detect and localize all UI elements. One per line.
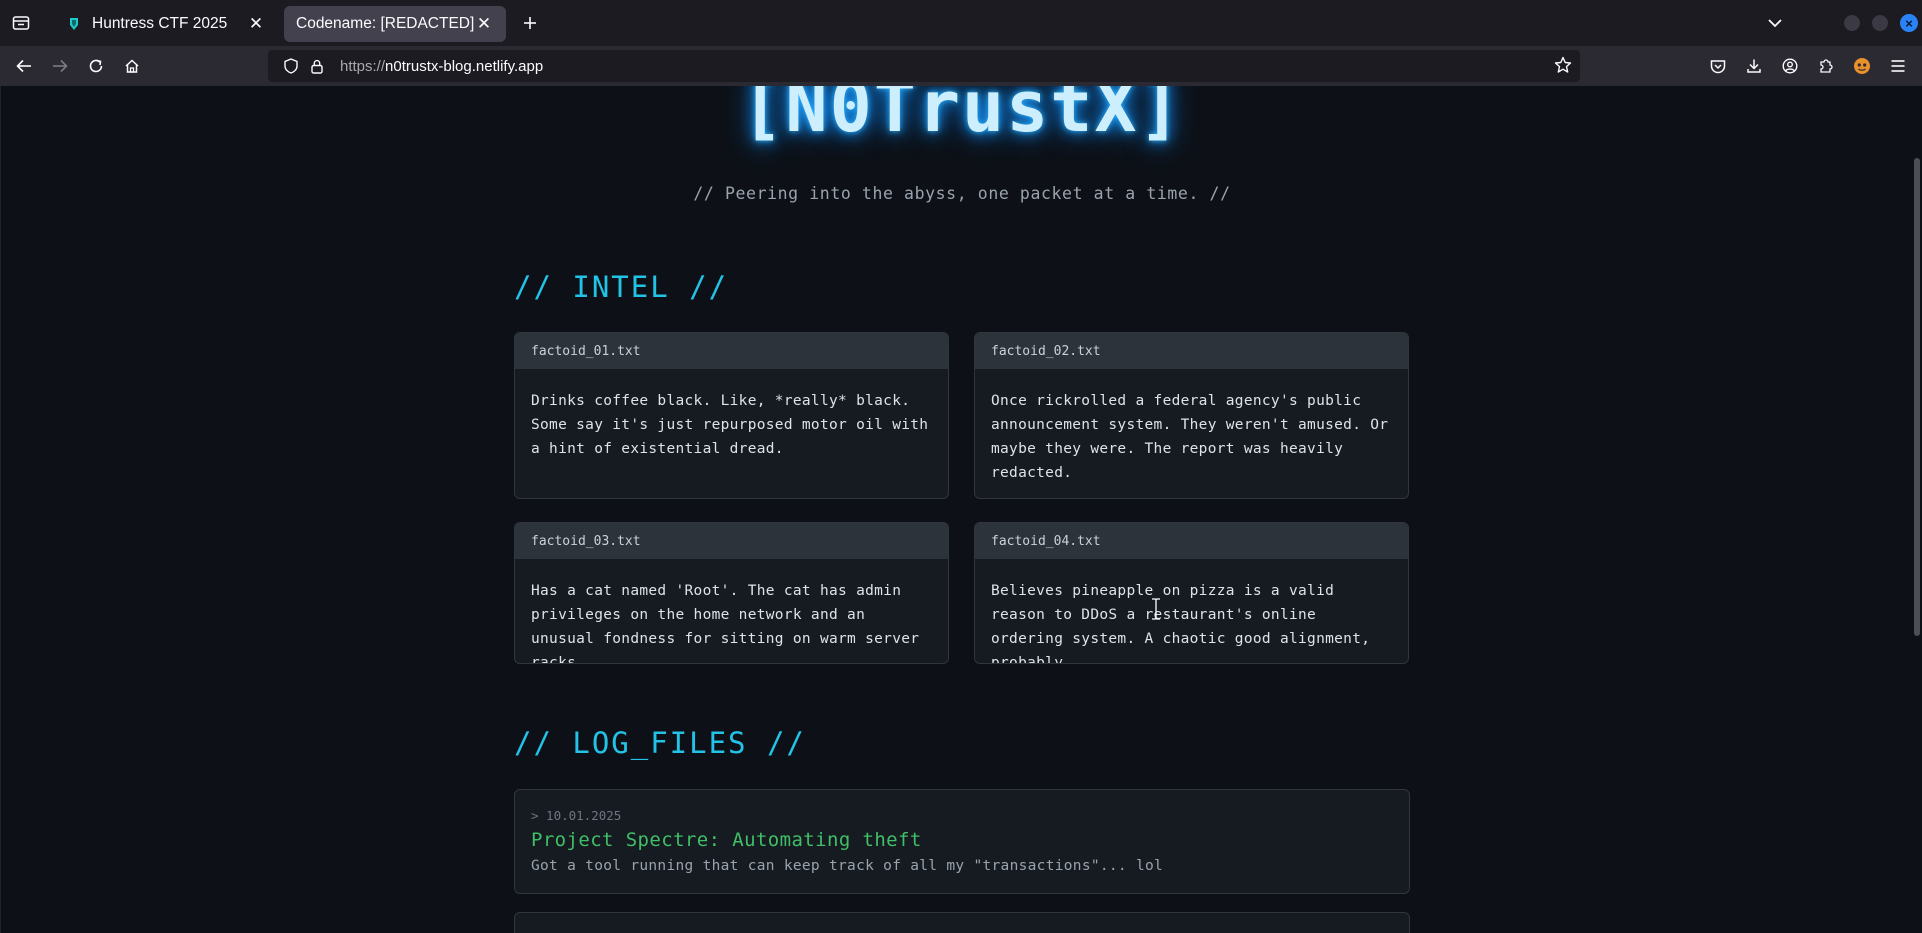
log-date: > 10.01.2025 bbox=[531, 808, 622, 823]
tab-huntress-ctf[interactable]: Huntress CTF 2025 ✕ bbox=[56, 6, 278, 42]
download-icon bbox=[1747, 59, 1761, 73]
account-icon bbox=[1782, 58, 1798, 74]
factoid-filename: factoid_01.txt bbox=[515, 333, 948, 369]
tab-title: Huntress CTF 2025 bbox=[92, 15, 228, 32]
list-all-tabs-button[interactable] bbox=[1760, 8, 1790, 38]
factoid-text: Believes pineapple on pizza is a valid r… bbox=[991, 583, 1371, 664]
factoid-filename: factoid_03.txt bbox=[515, 523, 948, 559]
factoid-text: Drinks coffee black. Like, *really* blac… bbox=[531, 393, 929, 457]
extension-fox-button[interactable] bbox=[1844, 50, 1880, 82]
tab-codename-redacted[interactable]: Codename: [REDACTED] ✕ bbox=[284, 6, 506, 42]
navigation-toolbar: https://n0trustx-blog.netlify.app bbox=[0, 46, 1922, 86]
factoid-card: factoid_01.txt Drinks coffee black. Like… bbox=[514, 332, 949, 499]
url-text[interactable]: https://n0trustx-blog.netlify.app bbox=[340, 58, 543, 75]
factoid-text: Has a cat named 'Root'. The cat has admi… bbox=[531, 583, 920, 664]
scrollbar[interactable] bbox=[1914, 158, 1920, 636]
shield-icon[interactable] bbox=[278, 58, 304, 74]
factoid-card: factoid_03.txt Has a cat named 'Root'. T… bbox=[514, 522, 949, 664]
lock-icon[interactable] bbox=[304, 59, 330, 74]
tab-title: Codename: [REDACTED] bbox=[296, 15, 474, 32]
arrow-left-icon bbox=[16, 59, 31, 73]
huntress-favicon-icon bbox=[70, 18, 78, 30]
chevron-down-icon bbox=[1768, 19, 1782, 28]
url-protocol: https:// bbox=[340, 57, 386, 75]
home-button[interactable] bbox=[114, 50, 150, 82]
log-files-heading: // LOG_FILES // bbox=[514, 726, 806, 760]
bookmark-star-icon[interactable] bbox=[1554, 56, 1572, 79]
reload-button[interactable] bbox=[78, 50, 114, 82]
log-description: Got a tool running that can keep track o… bbox=[531, 858, 1164, 874]
factoid-card: factoid_04.txt Believes pineapple on piz… bbox=[974, 522, 1409, 664]
factoid-text: Once rickrolled a federal agency's publi… bbox=[991, 393, 1389, 481]
page-viewport: [N0TrustX] // Peering into the abyss, on… bbox=[0, 86, 1922, 933]
pocket-icon bbox=[1710, 59, 1726, 73]
factoid-filename: factoid_04.txt bbox=[975, 523, 1408, 559]
plus-icon bbox=[524, 17, 536, 29]
forward-button[interactable] bbox=[42, 50, 78, 82]
arrow-right-icon bbox=[53, 59, 68, 73]
menu-button[interactable] bbox=[1880, 50, 1916, 82]
tab-overview-icon[interactable] bbox=[0, 0, 42, 46]
new-tab-button[interactable] bbox=[512, 5, 548, 41]
maximize-button[interactable] bbox=[1872, 15, 1888, 31]
log-entry[interactable] bbox=[514, 912, 1410, 933]
intel-heading: // INTEL // bbox=[514, 270, 729, 304]
tab-bar: Huntress CTF 2025 ✕ Codename: [REDACTED]… bbox=[0, 0, 1922, 46]
downloads-button[interactable] bbox=[1736, 50, 1772, 82]
site-tagline: // Peering into the abyss, one packet at… bbox=[693, 184, 1231, 203]
factoid-card: factoid_02.txt Once rickrolled a federal… bbox=[974, 332, 1409, 499]
extensions-button[interactable] bbox=[1808, 50, 1844, 82]
log-title-link[interactable]: Project Spectre: Automating theft bbox=[531, 829, 1393, 851]
account-button[interactable] bbox=[1772, 50, 1808, 82]
address-bar[interactable]: https://n0trustx-blog.netlify.app bbox=[268, 50, 1580, 82]
fox-extension-icon bbox=[1854, 58, 1870, 74]
factoid-filename: factoid_02.txt bbox=[975, 333, 1408, 369]
text-cursor-icon bbox=[1152, 598, 1160, 620]
log-entry[interactable]: > 10.01.2025 Project Spectre: Automating… bbox=[514, 789, 1410, 894]
close-icon[interactable]: ✕ bbox=[474, 14, 494, 34]
site-logo: [N0TrustX] bbox=[741, 86, 1183, 148]
window-close-button[interactable]: × bbox=[1900, 14, 1918, 32]
url-host: n0trustx-blog.netlify.app bbox=[385, 57, 544, 75]
close-icon[interactable]: ✕ bbox=[246, 14, 266, 34]
back-button[interactable] bbox=[6, 50, 42, 82]
home-icon bbox=[125, 59, 139, 73]
puzzle-icon bbox=[1820, 59, 1833, 73]
toolbar-actions bbox=[1694, 50, 1916, 82]
pocket-button[interactable] bbox=[1700, 50, 1736, 82]
minimize-button[interactable] bbox=[1844, 15, 1860, 31]
window-controls: × bbox=[1760, 0, 1922, 46]
reload-icon bbox=[89, 59, 103, 73]
hamburger-menu-icon bbox=[1891, 60, 1905, 72]
